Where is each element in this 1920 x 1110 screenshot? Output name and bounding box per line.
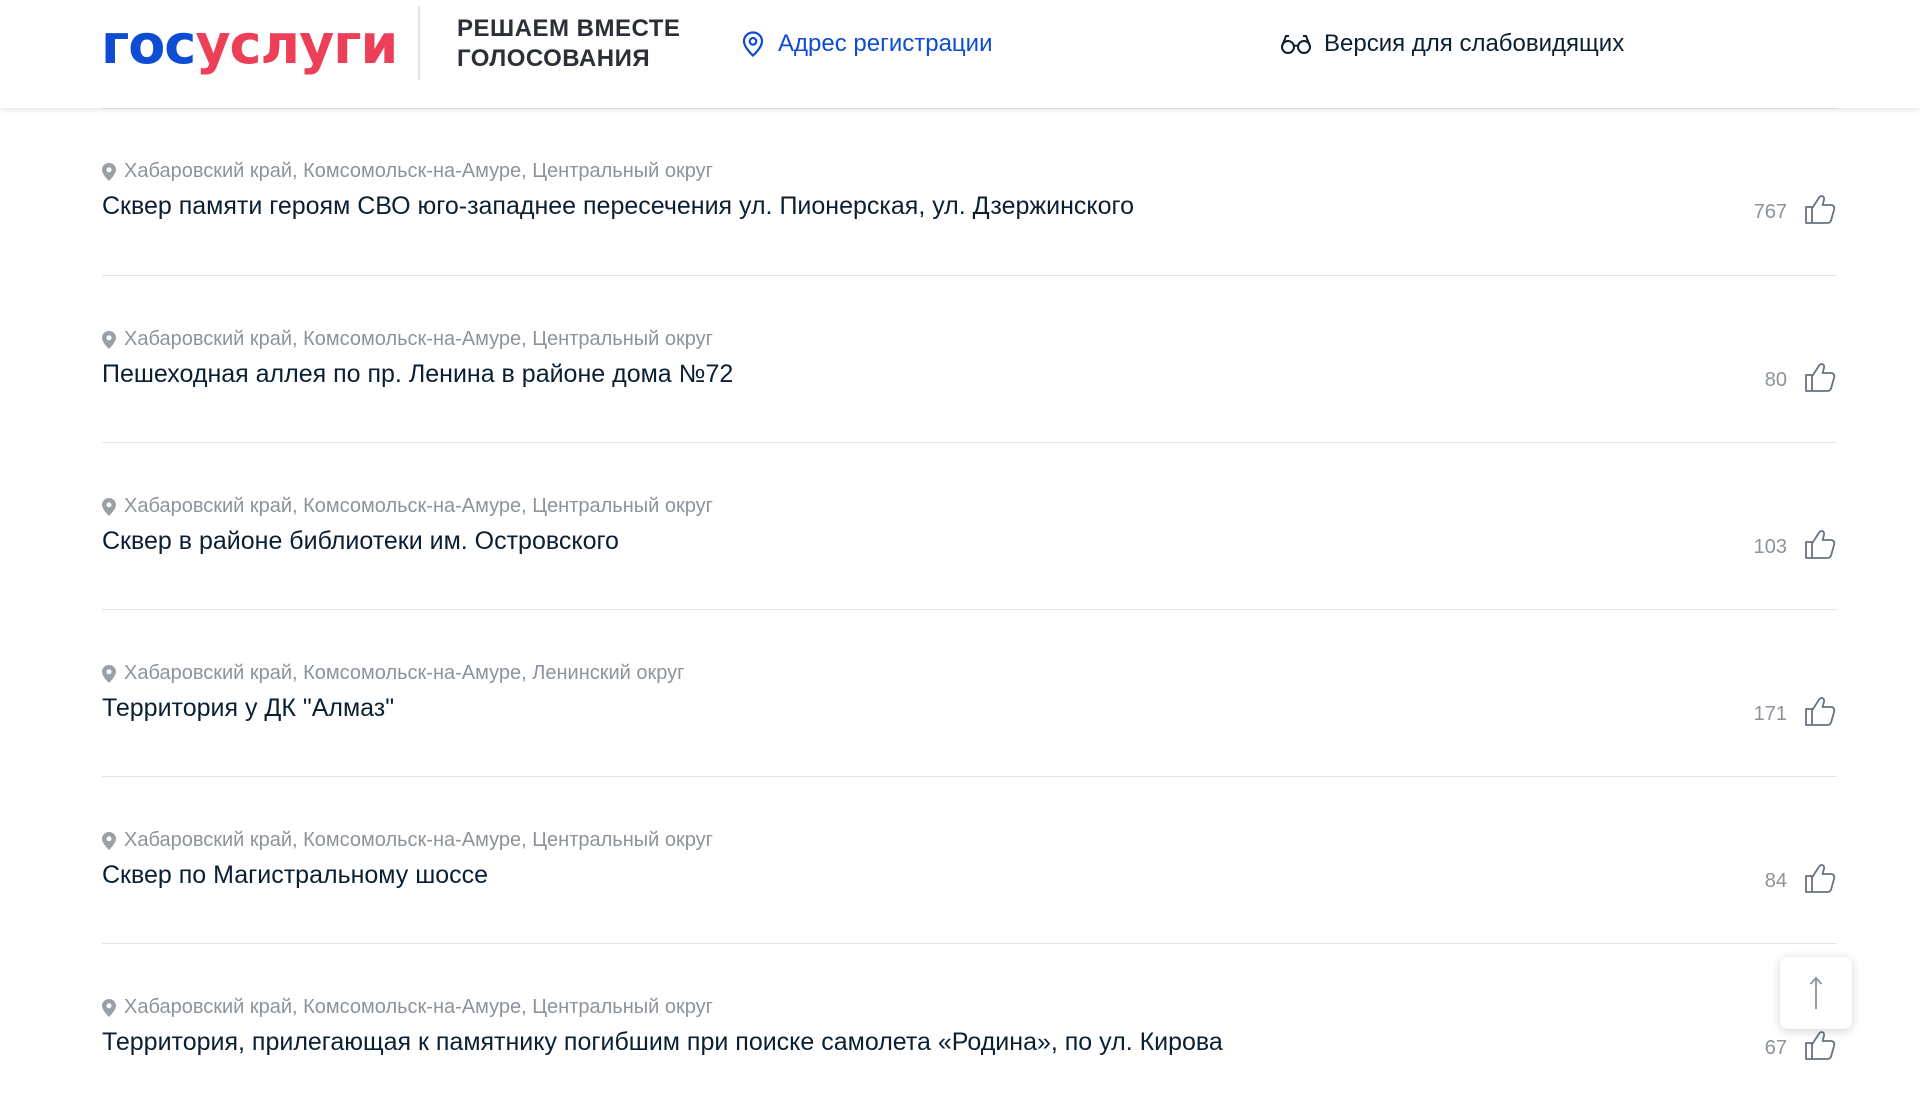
item-location: Хабаровский край, Комсомольск-на-Амуре, … [102,996,713,1019]
list-item[interactable]: Хабаровский край, Комсомольск-на-Амуре, … [102,275,1837,442]
item-location-text: Хабаровский край, Комсомольск-на-Амуре, … [124,495,713,517]
item-location: Хабаровский край, Комсомольск-на-Амуре, … [102,495,713,518]
item-likes: 103 [1754,527,1837,561]
thumbs-up-icon[interactable] [1803,192,1837,226]
list-item[interactable]: Хабаровский край, Комсомольск-на-Амуре, … [102,108,1837,275]
logo-text-gos: гос [101,13,196,76]
gosuslugi-logo[interactable]: госуслуги [101,10,398,80]
arrow-up-icon [1809,976,1823,1009]
header-divider [418,6,420,80]
item-title[interactable]: Территория у ДК "Алмаз" [102,694,394,723]
location-pin-icon [102,664,116,683]
list-item[interactable]: Хабаровский край, Комсомольск-на-Амуре, … [102,943,1837,1110]
location-pin-icon [102,330,116,349]
item-likes: 767 [1754,192,1837,226]
item-location: Хабаровский край, Комсомольск-на-Амуре, … [102,160,713,183]
list-top-divider [102,108,1837,109]
list-item[interactable]: Хабаровский край, Комсомольск-на-Амуре, … [102,442,1837,609]
item-location: Хабаровский край, Комсомольск-на-Амуре, … [102,829,713,852]
item-location-text: Хабаровский край, Комсомольск-на-Амуре, … [124,662,685,684]
item-location-text: Хабаровский край, Комсомольск-на-Амуре, … [124,996,713,1018]
location-pin-icon [102,998,116,1017]
like-count: 171 [1753,702,1787,725]
item-title[interactable]: Пешеходная аллея по пр. Ленина в районе … [102,360,733,389]
thumbs-up-icon[interactable] [1803,527,1837,561]
logo-text-uslugi: услуги [195,13,398,76]
item-title[interactable]: Сквер в районе библиотеки им. Островског… [102,527,619,556]
registration-address-link[interactable]: Адрес регистрации [742,26,992,62]
like-count: 84 [1764,869,1787,892]
item-likes: 67 [1765,1028,1837,1062]
section-title[interactable]: РЕШАЕМ ВМЕСТЕ ГОЛОСОВАНИЯ [457,14,680,74]
scroll-to-top-button[interactable] [1780,957,1852,1029]
location-pin-icon [102,831,116,850]
section-title-line2: ГОЛОСОВАНИЯ [457,45,651,72]
thumbs-up-icon[interactable] [1803,1028,1837,1062]
site-header: госуслуги РЕШАЕМ ВМЕСТЕ ГОЛОСОВАНИЯ Адре… [0,0,1920,108]
thumbs-up-icon[interactable] [1803,861,1837,895]
section-title-line1: РЕШАЕМ ВМЕСТЕ [457,15,681,42]
item-title[interactable]: Сквер памяти героям СВО юго-западнее пер… [102,192,1134,221]
item-location-text: Хабаровский край, Комсомольск-на-Амуре, … [124,328,713,350]
like-count: 80 [1764,368,1787,391]
item-likes: 80 [1765,360,1837,394]
item-title[interactable]: Сквер по Магистральному шоссе [102,861,488,890]
item-likes: 171 [1754,694,1837,728]
thumbs-up-icon[interactable] [1803,360,1837,394]
like-count: 767 [1753,200,1787,223]
like-count: 67 [1764,1036,1787,1059]
item-location-text: Хабаровский край, Комсомольск-на-Амуре, … [124,160,713,182]
item-location-text: Хабаровский край, Комсомольск-на-Амуре, … [124,829,713,851]
location-pin-icon [742,31,764,57]
list-item[interactable]: Хабаровский край, Комсомольск-на-Амуре, … [102,609,1837,776]
initiatives-list: Хабаровский край, Комсомольск-на-Амуре, … [102,108,1837,1110]
item-title[interactable]: Территория, прилегающая к памятнику поги… [102,1028,1223,1057]
registration-address-label: Адрес регистрации [778,30,993,57]
item-likes: 84 [1765,861,1837,895]
like-count: 103 [1753,535,1787,558]
list-item[interactable]: Хабаровский край, Комсомольск-на-Амуре, … [102,776,1837,943]
item-location: Хабаровский край, Комсомольск-на-Амуре, … [102,662,684,685]
glasses-icon [1281,35,1311,54]
low-vision-version-link[interactable]: Версия для слабовидящих [1280,26,1624,62]
low-vision-version-label: Версия для слабовидящих [1324,30,1625,57]
thumbs-up-icon[interactable] [1803,694,1837,728]
location-pin-icon [102,497,116,516]
location-pin-icon [102,162,116,181]
item-location: Хабаровский край, Комсомольск-на-Амуре, … [102,328,713,351]
